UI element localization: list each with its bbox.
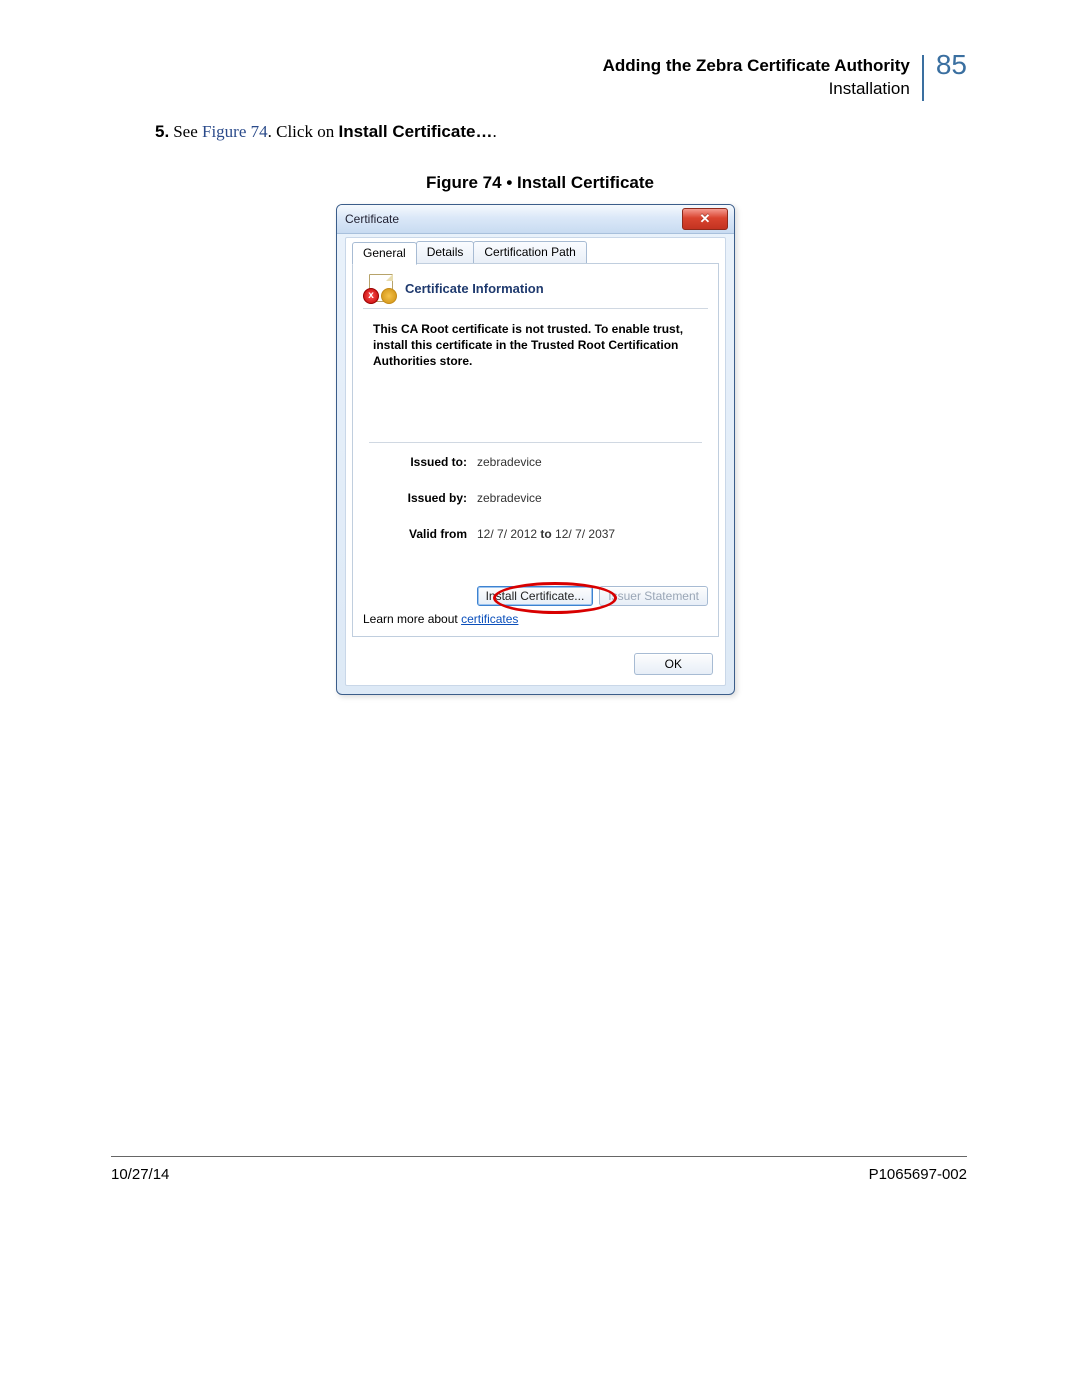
- valid-from-label: Valid from: [387, 527, 477, 541]
- certificate-icon: x: [363, 274, 397, 302]
- page-header: Adding the Zebra Certificate Authority I…: [603, 55, 967, 101]
- certificate-info-header: x Certificate Information: [363, 274, 708, 309]
- header-text-block: Adding the Zebra Certificate Authority I…: [603, 55, 922, 101]
- step-instruction: 5.See Figure 74. Click on Install Certif…: [155, 122, 497, 142]
- certificate-action-buttons: Install Certificate... Issuer Statement: [477, 586, 708, 606]
- learn-more-prefix: Learn more about: [363, 612, 461, 626]
- tab-certification-path[interactable]: Certification Path: [473, 241, 586, 264]
- step-period: .: [492, 122, 496, 141]
- section-title: Adding the Zebra Certificate Authority: [603, 55, 910, 78]
- issued-by-row: Issued by: zebradevice: [387, 491, 698, 505]
- issued-to-value: zebradevice: [477, 455, 542, 469]
- step-action-bold: Install Certificate…: [338, 122, 492, 141]
- document-page: Adding the Zebra Certificate Authority I…: [0, 0, 1080, 1397]
- close-icon: ✕: [700, 211, 711, 227]
- dialog-body: General Details Certification Path x Cer…: [345, 237, 726, 686]
- valid-from-row: Valid from 12/ 7/ 2012 to 12/ 7/ 2037: [387, 527, 698, 541]
- page-number: 85: [924, 51, 967, 97]
- footer-document-number: P1065697-002: [869, 1166, 967, 1183]
- error-badge-icon: x: [363, 288, 379, 304]
- figure-reference-link[interactable]: Figure 74: [202, 122, 268, 141]
- certificate-dialog-figure: Certificate ✕ General Details Certificat…: [336, 204, 733, 693]
- tab-details[interactable]: Details: [416, 241, 475, 264]
- learn-more-line: Learn more about certificates: [363, 612, 518, 626]
- step-number: 5.: [155, 122, 169, 141]
- install-certificate-button[interactable]: Install Certificate...: [477, 586, 594, 606]
- close-button[interactable]: ✕: [682, 208, 728, 230]
- footer-rule: [111, 1156, 967, 1157]
- certificate-info-title: Certificate Information: [405, 281, 544, 296]
- step-see-text: See: [173, 122, 202, 141]
- dialog-titlebar: Certificate ✕: [337, 205, 734, 234]
- tab-general[interactable]: General: [352, 242, 417, 265]
- certificate-trust-message: This CA Root certificate is not trusted.…: [359, 309, 712, 374]
- dialog-title: Certificate: [345, 212, 399, 226]
- footer-date: 10/27/14: [111, 1166, 169, 1183]
- issued-by-value: zebradevice: [477, 491, 542, 505]
- issued-to-label: Issued to:: [387, 455, 477, 469]
- tab-strip: General Details Certification Path: [352, 241, 586, 264]
- valid-to-label: to: [540, 527, 551, 541]
- valid-dates: 12/ 7/ 2012 to 12/ 7/ 2037: [477, 527, 615, 541]
- issuer-statement-button: Issuer Statement: [599, 586, 708, 606]
- learn-more-certificates-link[interactable]: certificates: [461, 612, 518, 626]
- figure-caption: Figure 74 • Install Certificate: [0, 173, 1080, 193]
- seal-icon: [381, 288, 397, 304]
- issued-by-label: Issued by:: [387, 491, 477, 505]
- valid-from-value: 12/ 7/ 2012: [477, 527, 540, 541]
- step-click-text: . Click on: [268, 122, 339, 141]
- ok-button[interactable]: OK: [634, 653, 713, 675]
- certificate-dialog: Certificate ✕ General Details Certificat…: [336, 204, 735, 695]
- certificate-fields: Issued to: zebradevice Issued by: zebrad…: [359, 443, 712, 541]
- section-subtitle: Installation: [603, 78, 910, 101]
- valid-to-value: 12/ 7/ 2037: [552, 527, 615, 541]
- dialog-ok-row: OK: [634, 653, 713, 675]
- tab-content-general: x Certificate Information This CA Root c…: [352, 263, 719, 637]
- issued-to-row: Issued to: zebradevice: [387, 455, 698, 469]
